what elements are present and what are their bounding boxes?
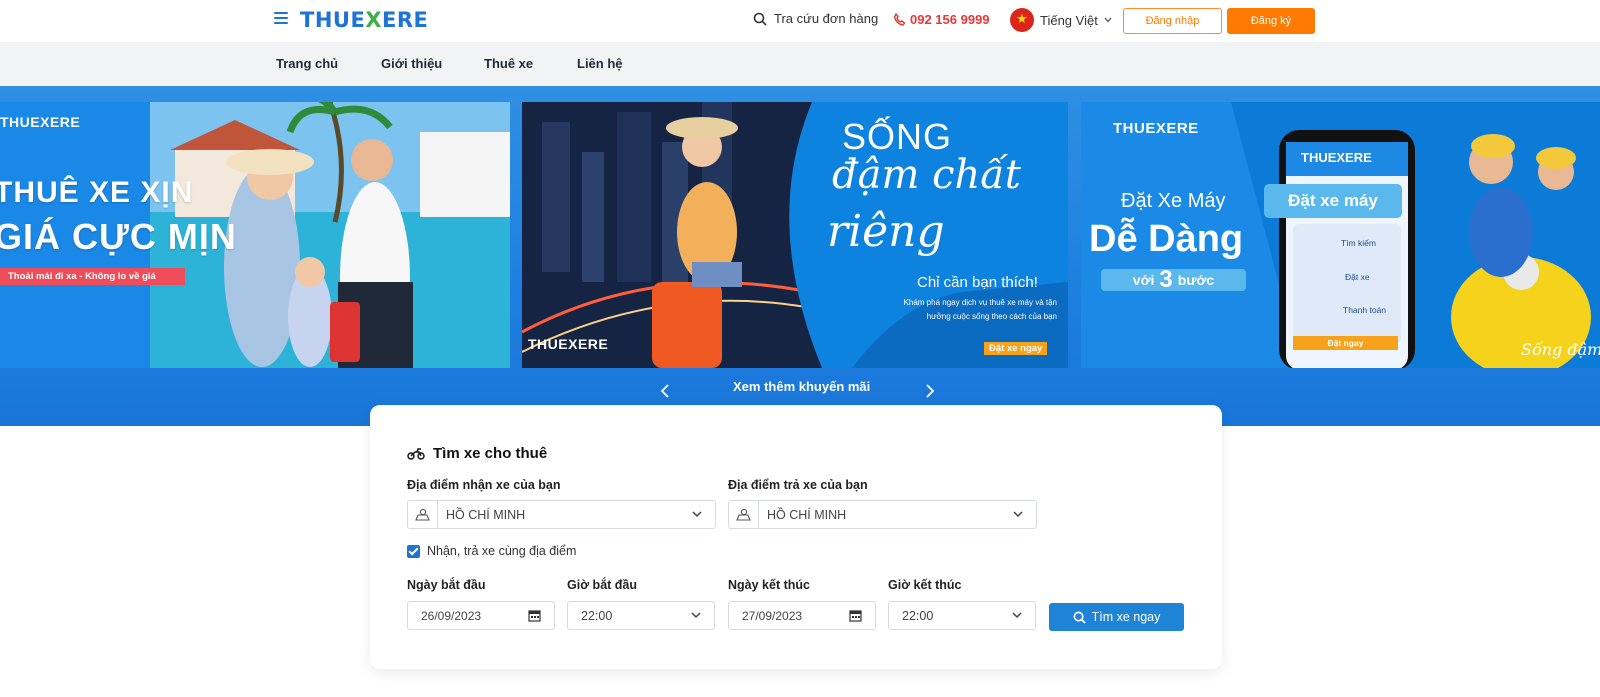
pickup-label: Địa điểm nhận xe của bạn [407, 478, 561, 492]
nav-item-rent[interactable]: Thuê xe [484, 56, 533, 71]
start-time-value: 22:00 [581, 608, 613, 623]
nav-item-home[interactable]: Trang chủ [276, 56, 338, 71]
banner-2-logo: THUEXERE [528, 336, 609, 352]
city-scene [522, 102, 1068, 368]
carousel-next-button[interactable] [920, 382, 940, 402]
banner-2-description: Khám phá ngay dịch vụ thuê xe máy và tận… [903, 298, 1057, 321]
logo[interactable]: THUEXERE [300, 8, 428, 32]
banner-3-step-3: Thanh toán [1343, 305, 1387, 315]
map-pin-icon [729, 501, 759, 528]
banner-3-phone-cta[interactable]: Đặt ngay [1293, 336, 1398, 350]
calendar-icon [528, 610, 541, 622]
logo-text-main: THUE [300, 8, 366, 32]
vietnam-flag-icon [1010, 8, 1034, 32]
start-time-select[interactable]: 22:00 [567, 601, 715, 630]
map-pin-icon [408, 501, 438, 528]
more-promotions-link[interactable]: Xem thêm khuyến mãi [733, 379, 870, 394]
chevron-down-icon [691, 612, 701, 619]
search-icon [753, 12, 767, 26]
banner-1-headline-1: THUÊ XE XỊN [0, 176, 194, 209]
promo-banner-3[interactable]: THUEXERE Đặt Xe Máy Dễ Dàng với 3 bước T… [1081, 102, 1600, 368]
dropoff-location-value: HỒ CHÍ MINH [767, 507, 847, 522]
dropoff-label: Địa điểm trả xe của bạn [728, 478, 868, 492]
banner-3-steps: với 3 bước [1101, 266, 1246, 293]
promo-banner-2[interactable]: SỐNG đậm chất riêng Chỉ cần bạn thích! K… [522, 102, 1068, 368]
search-card-title: Tìm xe cho thuê [407, 445, 547, 462]
chevron-left-icon [660, 384, 669, 398]
phone-icon [893, 13, 905, 26]
banner-2-subtitle: Chỉ cần bạn thích! [917, 274, 1038, 291]
main-nav: Trang chủ Giới thiệu Thuê xe Liên hệ [0, 42, 1600, 86]
pickup-location-select[interactable]: HỒ CHÍ MINH [407, 500, 716, 529]
banner-2-cta[interactable]: Đặt xe ngay [984, 342, 1048, 355]
hotline-number: 092 156 9999 [910, 12, 990, 27]
end-time-label: Giờ kết thúc [888, 578, 962, 592]
hero-section: THUEXERE THUÊ XE XỊN GIÁ CỰC MỊN Thoải m… [0, 86, 1600, 426]
chevron-right-icon [926, 384, 935, 398]
banner-1-headline-2: GIÁ CỰC MỊN [0, 216, 237, 257]
end-time-select[interactable]: 22:00 [888, 601, 1036, 630]
banner-2-headline-3: riêng [827, 206, 945, 257]
search-title-text: Tìm xe cho thuê [433, 445, 548, 462]
end-date-input[interactable]: 27/09/2023 [728, 601, 876, 630]
banner-3-logo: THUEXERE [1113, 120, 1199, 137]
end-time-value: 22:00 [902, 608, 934, 623]
same-location-checkbox[interactable]: Nhận, trả xe cùng địa điểm [407, 544, 576, 558]
same-location-label: Nhận, trả xe cùng địa điểm [427, 544, 577, 558]
banner-1-tagline: Thoải mái đi xa - Không lo về giá [0, 268, 185, 285]
banner-3-headline-1: Đặt Xe Máy [1121, 190, 1226, 212]
dropoff-location-select[interactable]: HỒ CHÍ MINH [728, 500, 1037, 529]
chevron-down-icon [1012, 612, 1022, 619]
carousel-prev-button[interactable] [655, 382, 675, 402]
language-label: Tiếng Việt [1040, 12, 1098, 28]
end-date-value: 27/09/2023 [742, 608, 803, 623]
language-selector[interactable]: Tiếng Việt [1010, 8, 1112, 32]
chevron-down-icon [1104, 17, 1112, 23]
order-lookup-link[interactable]: Tra cứu đơn hàng [753, 11, 878, 26]
calendar-icon [849, 610, 862, 622]
register-button[interactable]: Đăng ký [1227, 8, 1315, 34]
banner-3-step-1: Tìm kiếm [1341, 238, 1376, 248]
promo-banner-1[interactable]: THUEXERE THUÊ XE XỊN GIÁ CỰC MỊN Thoải m… [0, 102, 510, 368]
banner-1-logo: THUEXERE [0, 114, 81, 130]
hotline-link[interactable]: 092 156 9999 [893, 12, 990, 27]
nav-item-about[interactable]: Giới thiệu [381, 56, 442, 71]
banner-3-tagline: Sống đậm chất [1521, 340, 1600, 359]
start-time-label: Giờ bắt đầu [567, 578, 638, 592]
order-lookup-label: Tra cứu đơn hàng [774, 11, 879, 26]
logo-text-end: ERE [382, 8, 429, 32]
banner-2-headline-2: đậm chất [832, 152, 1021, 198]
search-button[interactable]: Tìm xe ngay [1049, 603, 1184, 631]
banner-3-headline-2: Dễ Dàng [1089, 218, 1244, 260]
banner-3-step-2: Đặt xe [1345, 272, 1370, 282]
start-date-label: Ngày bắt đầu [407, 578, 486, 592]
chevron-down-icon [1013, 511, 1023, 518]
logo-text-x: X [365, 8, 383, 32]
checkbox-checked-icon [407, 544, 420, 558]
banner-3-phone-logo: THUEXERE [1301, 150, 1372, 165]
banner-3-steps-number: 3 [1159, 266, 1173, 293]
search-button-label: Tìm xe ngay [1091, 610, 1161, 624]
chevron-down-icon [692, 511, 702, 518]
motorbike-icon [407, 447, 425, 460]
banner-3-phone-title: Đặt xe máy [1264, 184, 1402, 218]
nav-item-contact[interactable]: Liên hệ [577, 56, 623, 71]
search-card: Tìm xe cho thuê Địa điểm nhận xe của bạn… [370, 405, 1222, 669]
start-date-input[interactable]: 26/09/2023 [407, 601, 555, 630]
top-bar: THUEXERE Tra cứu đơn hàng 092 156 9999 T… [0, 0, 1600, 42]
pickup-location-value: HỒ CHÍ MINH [446, 507, 526, 522]
banner-3-steps-suffix: bước [1177, 272, 1215, 288]
search-icon [1073, 611, 1086, 624]
login-button[interactable]: Đăng nhập [1123, 8, 1222, 34]
banner-3-steps-prefix: với [1132, 272, 1155, 288]
menu-icon[interactable] [274, 12, 288, 26]
start-date-value: 26/09/2023 [421, 608, 482, 623]
end-date-label: Ngày kết thúc [728, 578, 810, 592]
